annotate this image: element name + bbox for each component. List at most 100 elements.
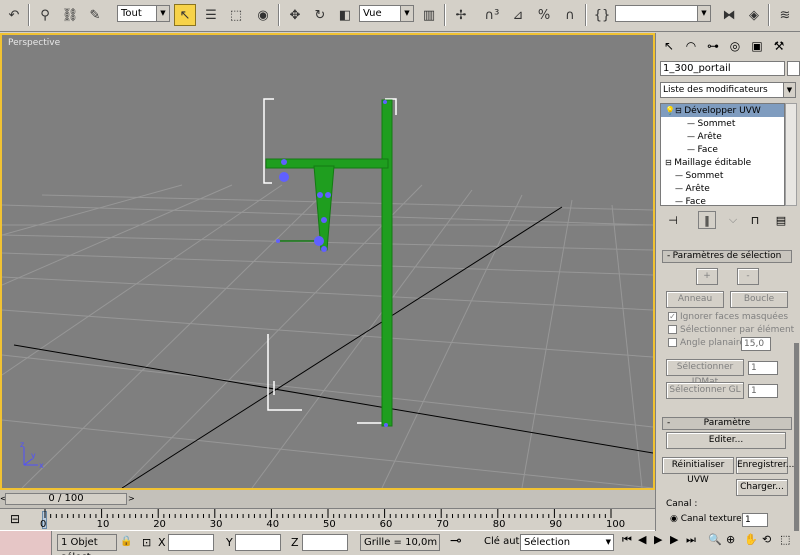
map-channel-radio[interactable]: ◉ Canal texture : [670,514,748,524]
load-uvw-button[interactable]: Charger... [736,479,788,496]
modifier-stack-item[interactable]: — Face [661,143,784,156]
time-next-icon[interactable]: > [128,493,136,505]
play-icon[interactable]: ▶ [654,533,662,546]
select-object-icon[interactable]: ↖ [174,4,196,26]
reference-coordinate-select[interactable]: Vue ▼ [359,5,414,22]
reset-uvw-button[interactable]: Réinitialiser UVW [662,457,734,485]
y-coordinate-field[interactable] [235,534,281,551]
object-color-swatch[interactable] [787,61,800,76]
scale-icon[interactable]: ◧ [334,4,356,26]
orbit-icon[interactable]: ⟲ [762,533,771,546]
zoom-all-icon[interactable]: ⊕ [726,533,735,546]
spinner-snap-icon[interactable]: ∩ [559,4,581,26]
modifier-stack-item[interactable]: — Face [661,195,784,205]
loop-button[interactable]: Boucle [730,291,788,308]
modifier-stack-item[interactable]: — Arête [661,182,784,195]
modify-tab-icon[interactable]: ◠ [681,36,701,56]
maximize-viewport-icon[interactable]: ⬚ [780,533,790,546]
modifier-stack-item[interactable]: — Arête [661,130,784,143]
percent-snap-icon[interactable]: % [533,4,555,26]
align-icon[interactable]: ◈ [743,4,765,26]
show-end-result-icon[interactable]: ‖ [698,211,716,229]
modifier-list-select[interactable]: Liste des modificateurs ▼ [660,82,796,98]
selection-params-header[interactable]: - Paramètres de sélection [662,250,792,263]
toolbar-separator [444,4,446,26]
hierarchy-tab-icon[interactable]: ⊶ [703,36,723,56]
select-by-element-checkbox[interactable]: Sélectionner par élément [668,325,794,335]
rectangle-selection-icon[interactable]: ⬚ [225,4,247,26]
stack-scrollbar[interactable] [785,103,797,206]
edit-named-selection-icon[interactable]: {} [591,4,613,26]
select-by-name-icon[interactable]: ☰ [200,4,222,26]
utilities-tab-icon[interactable]: ⚒ [769,36,789,56]
shrink-selection-button[interactable]: - [737,268,759,285]
ignore-backfaces-checkbox[interactable]: ✓ Ignorer faces masquées [668,312,788,322]
stack-buttons: ⊣ ‖ ⌵ ⊓ ▤ [660,211,796,231]
ring-button[interactable]: Anneau [666,291,724,308]
checkbox-checked-icon: ✓ [668,312,677,321]
parameters-header[interactable]: - Paramètre [662,417,792,430]
next-frame-icon[interactable]: ▶ [670,533,678,546]
undo-icon[interactable]: ↶ [3,4,25,26]
object-name-field[interactable]: 1_300_portail [660,61,785,76]
pan-icon[interactable]: ✋ [744,533,758,546]
modifier-stack-item[interactable]: — Sommet [661,169,784,182]
sg-spinner[interactable]: 1 [748,384,778,398]
edit-uvw-button[interactable]: Editer... [666,432,786,449]
modifier-stack-item[interactable]: — Sommet [661,117,784,130]
motion-tab-icon[interactable]: ◎ [725,36,745,56]
create-tab-icon[interactable]: ↖ [659,36,679,56]
planar-angle-spinner[interactable]: 15,0 [741,337,771,351]
planar-angle-checkbox[interactable]: Angle planaire [668,338,745,348]
bulb-icon[interactable]: 💡⊟ [665,106,684,115]
rotate-icon[interactable]: ↻ [309,4,331,26]
maxscript-listener[interactable] [0,531,52,555]
modifier-stack-item[interactable]: ⊟ Maillage éditable [661,156,784,169]
modifier-stack[interactable]: 💡⊟ Développer UVW — Sommet — Arête — Face ⊟ … [660,103,785,206]
selection-filter-select[interactable]: Tout ▼ [117,5,170,22]
named-selection-select[interactable]: ▼ [615,5,711,22]
select-matid-button[interactable]: Sélectionner IDMat [666,359,744,387]
perspective-viewport[interactable]: z x y Perspective [0,33,655,490]
map-channel-spinner[interactable]: 1 [742,513,768,527]
set-key-icon[interactable]: ⊸ [450,533,462,549]
unlink-icon[interactable]: ⛓ [59,4,81,26]
snap-3d-icon[interactable]: ∩³ [481,4,503,26]
matid-spinner[interactable]: 1 [748,361,778,375]
pin-stack-icon[interactable]: ⊣ [664,211,682,229]
viewport-label[interactable]: Perspective [8,38,60,48]
goto-start-icon[interactable]: ⏮ [622,533,632,547]
panel-scrollbar[interactable] [794,343,799,543]
mirror-icon[interactable]: ⧓ [718,4,740,26]
key-filter-select[interactable]: Sélection ▼ [520,534,614,551]
angle-snap-icon[interactable]: ⊿ [507,4,529,26]
move-icon[interactable]: ✥ [284,4,306,26]
remove-modifier-icon[interactable]: ⊓ [746,211,764,229]
select-link-icon[interactable]: ⚲ [34,4,56,26]
bind-space-warp-icon[interactable]: ✎ [84,4,106,26]
configure-modifiers-icon[interactable]: ▤ [772,211,790,229]
z-coordinate-field[interactable] [302,534,348,551]
save-uvw-button[interactable]: Enregistrer... [736,457,794,474]
layers-icon[interactable]: ≋ [774,4,796,26]
window-crossing-icon[interactable]: ◉ [252,4,274,26]
goto-end-icon[interactable]: ⏭ [686,533,696,547]
time-slider[interactable]: 0 / 100 [5,493,127,505]
make-unique-icon[interactable]: ⌵ [724,211,742,229]
manipulate-icon[interactable]: ✢ [450,4,472,26]
x-coordinate-field[interactable] [168,534,214,551]
grow-selection-button[interactable]: + [696,268,718,285]
absolute-mode-icon[interactable]: ⊡ [142,536,151,549]
display-tab-icon[interactable]: ▣ [747,36,767,56]
pivot-center-icon[interactable]: ▥ [418,4,440,26]
track-bar[interactable]: ⊟ 0 10 20 30 40 50 60 70 80 90 100 [0,508,655,530]
track-ticks [44,509,612,518]
zoom-icon[interactable]: 🔍 [708,533,722,546]
modifier-stack-label: Maillage éditable [674,158,752,168]
lock-icon[interactable]: 🔒 [120,536,132,547]
select-sg-button[interactable]: Sélectionner GL [666,382,744,399]
tree-line-icon: — [687,119,698,128]
expand-icon[interactable]: ⊟ [665,158,674,167]
prev-frame-icon[interactable]: ◀ [638,533,646,546]
modifier-stack-item[interactable]: 💡⊟ Développer UVW [661,104,784,117]
